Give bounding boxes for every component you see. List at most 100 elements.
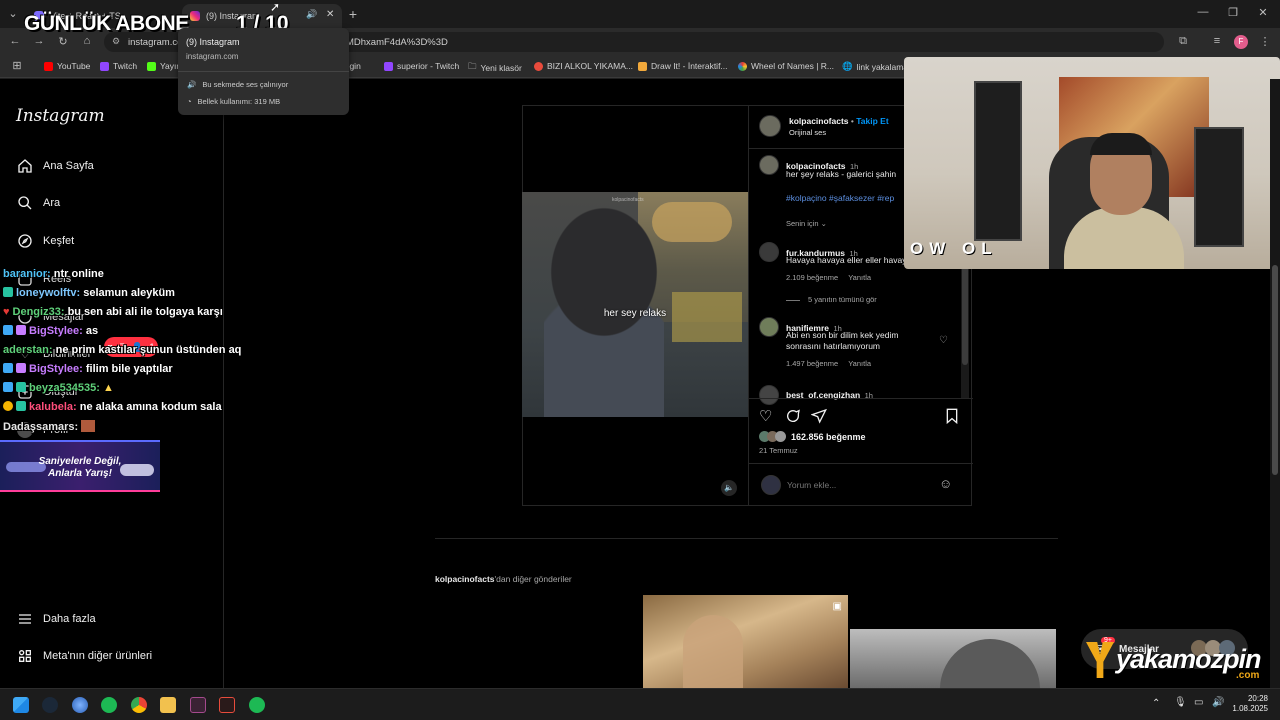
emote-icon — [81, 420, 96, 432]
view-replies[interactable]: 5 yanıtın tümünü gör — [786, 295, 877, 304]
url-text: MDhxamF4dA%3D%3D — [346, 37, 448, 48]
tray-chevron-icon[interactable]: ⌃ — [1152, 698, 1160, 709]
reply-button[interactable]: Yanıtla — [848, 273, 871, 282]
site-info-icon[interactable]: ⚙ — [112, 36, 120, 47]
instagram-logo[interactable]: Instagram — [16, 106, 105, 126]
caption-hashtags[interactable]: #kolpaçino #şafaksezer #rep — [786, 193, 894, 203]
bookmark-twitch[interactable]: Twitch — [100, 61, 137, 71]
audio-label[interactable]: Orijinal ses — [789, 128, 826, 137]
comment-icon[interactable] — [785, 408, 801, 429]
comment-like-count[interactable]: 2.109 beğenme — [786, 273, 838, 282]
translate-toggle[interactable]: Senin için ⌄ — [786, 219, 827, 228]
tab-search-icon[interactable]: ⌄ — [6, 7, 20, 20]
globe-icon: 🌐 — [842, 61, 853, 71]
chat-message: beyza534535: ▲ — [3, 382, 114, 394]
post-video[interactable]: her sey relaks kolpacinofacts — [522, 192, 748, 417]
author-username[interactable]: kolpacinofacts — [789, 116, 849, 126]
minimize-button[interactable]: — — [1196, 6, 1210, 18]
youtube-icon — [44, 61, 53, 71]
memory-usage-info: ◔ Bellek kullanımı: 319 MB — [187, 97, 281, 106]
more-post-thumbnail[interactable] — [850, 629, 1056, 688]
bookmark-kick[interactable]: Yayın — [147, 61, 181, 71]
file-explorer-icon[interactable] — [160, 697, 176, 713]
windows-taskbar: ⌃ 🎙 ▭ 🔊 20:28 1.08.2025 — [0, 688, 1280, 720]
reload-icon[interactable]: ↻ — [56, 35, 70, 48]
mod-badge-icon — [3, 325, 13, 335]
webcam-overlay-text: OW OL — [910, 239, 998, 258]
emoji-icon[interactable]: ☺ — [939, 476, 952, 491]
comment-avatar[interactable] — [759, 242, 779, 262]
app-icon[interactable] — [219, 697, 235, 713]
microphone-icon[interactable]: 🎙 — [1174, 697, 1187, 708]
reply-button[interactable]: Yanıtla — [848, 359, 871, 368]
mouse-cursor-icon: ➚ — [270, 0, 281, 14]
chat-message: BigStylee: as — [3, 325, 98, 337]
bookmark-folder[interactable]: 🗀 Yeni klasör — [468, 61, 522, 75]
nav-meta-products[interactable]: Meta'nın diğer ürünleri — [16, 647, 152, 665]
chat-message: kalubela: ne alaka amına kodum sala — [3, 401, 222, 413]
profile-avatar[interactable]: F — [1234, 35, 1248, 49]
sponsor-logo: yakamozpin .com — [1086, 638, 1276, 686]
wheel-icon — [738, 61, 747, 71]
reel-icon: ▣ — [832, 601, 842, 612]
comment-avatar[interactable] — [759, 385, 779, 405]
volume-icon[interactable]: 🔊 — [1212, 697, 1224, 708]
chrome-icon[interactable] — [131, 697, 147, 713]
save-bookmark-icon[interactable] — [945, 408, 959, 429]
speaker-icon: 🔊 — [187, 80, 197, 89]
mute-button[interactable]: 🔈 — [721, 480, 737, 496]
likes-row[interactable]: 162.856 beğenme — [759, 431, 866, 442]
back-icon[interactable]: ← — [8, 35, 22, 47]
close-window-button[interactable]: ✕ — [1256, 6, 1270, 19]
comment-avatar[interactable] — [759, 317, 779, 337]
sub-badge-icon — [3, 287, 13, 297]
page-scrollbar[interactable] — [1270, 79, 1280, 688]
audio-playing-info: 🔊 Bu sekmede ses çalınıyor — [187, 80, 289, 89]
close-tab-icon[interactable]: ✕ — [326, 9, 334, 20]
nav-search[interactable]: Ara — [16, 194, 60, 212]
more-post-thumbnail[interactable]: ▣ — [643, 595, 848, 688]
spotify-icon[interactable] — [101, 697, 117, 713]
home-icon[interactable]: ⌂ — [80, 35, 94, 47]
menu-icon[interactable]: ⋮ — [1258, 35, 1272, 48]
bookmark-drawit[interactable]: Draw It! - İnteraktif... — [638, 61, 728, 71]
apps-grid-icon[interactable]: ⊞ — [10, 59, 24, 72]
comment-text: Abi en son bir dilim kek yedim sonrasını… — [786, 330, 899, 351]
start-windows-icon[interactable] — [13, 697, 29, 713]
extensions-icon[interactable]: ⧉ — [1176, 35, 1190, 48]
reading-list-icon[interactable]: ≡ — [1210, 35, 1224, 47]
maximize-button[interactable]: ❐ — [1226, 6, 1240, 19]
bookmark-alkol[interactable]: BIZI ALKOL YIKAMA... — [534, 61, 633, 71]
drawit-icon — [638, 61, 647, 71]
comment-like-count[interactable]: 1.497 beğenme — [786, 359, 838, 368]
folder-icon: 🗀 — [468, 61, 477, 71]
comment-input[interactable] — [787, 478, 927, 492]
nav-home[interactable]: Ana Sayfa — [16, 157, 94, 175]
post-date: 21 Temmuz — [759, 446, 798, 455]
new-tab-button[interactable]: + — [346, 6, 360, 22]
share-icon[interactable] — [810, 408, 827, 429]
liker-avatar — [775, 431, 786, 442]
steam-icon[interactable] — [42, 697, 58, 713]
nav-explore[interactable]: Keşfet — [16, 232, 74, 250]
user-avatar — [761, 475, 781, 495]
app-icon[interactable] — [190, 697, 206, 713]
like-heart-icon[interactable]: ♡ — [759, 407, 772, 425]
bookmark-youtube[interactable]: YouTube — [44, 61, 90, 71]
like-count[interactable]: 162.856 beğenme — [791, 432, 866, 442]
follow-button[interactable]: Takip Et — [856, 116, 888, 126]
forward-icon[interactable]: → — [32, 35, 46, 47]
app-icon[interactable] — [72, 697, 88, 713]
bookmark-wheel[interactable]: Wheel of Names | R... — [738, 61, 834, 71]
network-icon[interactable]: ▭ — [1194, 697, 1203, 708]
speaker-icon[interactable]: 🔊 — [306, 9, 317, 20]
clock[interactable]: 20:28 1.08.2025 — [1232, 694, 1268, 714]
nav-more[interactable]: Daha fazla — [16, 610, 96, 628]
comment-like-heart-icon[interactable]: ♡ — [939, 335, 948, 346]
author-avatar[interactable] — [759, 115, 781, 137]
bookmark-superior[interactable]: superior - Twitch — [384, 61, 459, 71]
chevron-down-icon: ⌄ — [820, 219, 827, 228]
author-avatar[interactable] — [759, 155, 779, 175]
spotify-icon[interactable] — [249, 697, 265, 713]
bookmark-link[interactable]: 🌐 link yakalama — [842, 61, 908, 72]
